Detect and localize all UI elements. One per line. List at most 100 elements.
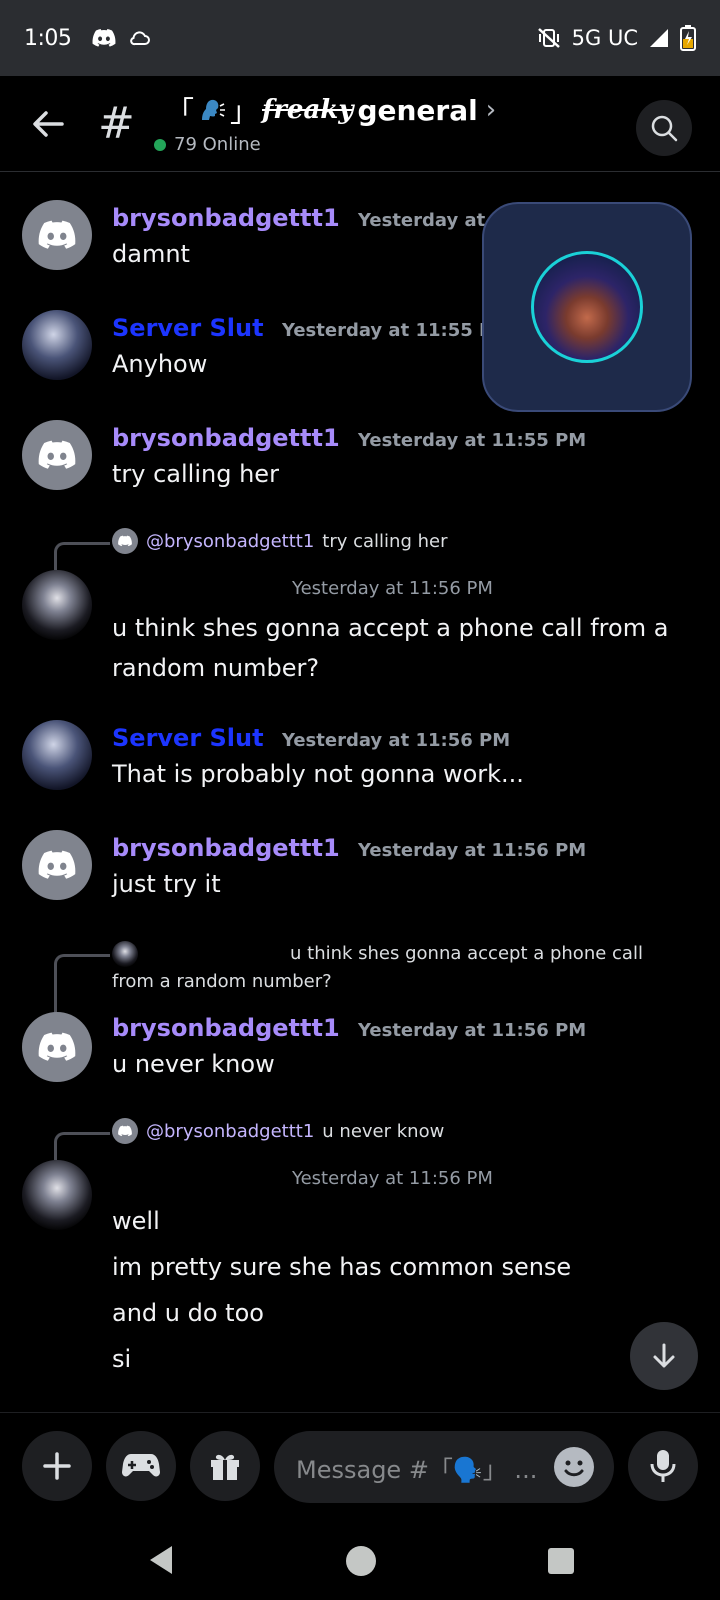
voice-call-pip[interactable] [482,202,692,412]
nav-home-icon[interactable] [346,1546,376,1576]
reply-reference[interactable]: @brysonbadgettt1 try calling her [112,528,448,554]
message-input[interactable]: Message #「🗣️」 ... [274,1431,614,1503]
reply-text: try calling her [322,530,448,552]
timestamp: Yesterday at 11:56 PM [281,730,511,751]
message-line: random number? [112,654,320,682]
reply-reference[interactable]: @brysonbadgettt1 u never know [112,1118,444,1144]
cloud-icon [130,31,151,46]
reply-text: u never know [322,1120,445,1142]
author-name[interactable]: brysonbadgettt1 [112,204,340,232]
smiley-face-icon [564,1460,584,1477]
discord-icon [38,440,76,469]
nav-recents-icon[interactable] [548,1548,574,1574]
message-line: and u do too [112,1299,264,1327]
avatar[interactable] [22,720,92,790]
microphone-icon [650,1450,676,1482]
message-text: That is probably not gonna work... [112,760,524,788]
author-line: Server Slut Yesterday at 11:56 PM [112,724,510,752]
gift-button[interactable] [190,1431,260,1501]
author-line: brysonbadgettt1 Yesterday at 11:55 PM [112,424,586,452]
avatar[interactable] [22,1012,92,1082]
chevron-right-icon: › [485,95,497,125]
message-line: u think shes gonna accept a phone call f… [112,614,669,642]
battery-charging-icon [680,25,696,51]
channel-prefix: 「 [166,95,195,128]
avatar[interactable] [22,570,92,640]
timestamp: Yesterday at 11:56 PM [292,578,493,599]
reply-avatar [112,941,138,967]
message-text: u never know [112,1050,275,1078]
channel-suffix: 」 [230,95,259,128]
avatar[interactable] [22,830,92,900]
timestamp: Yesterday at 11:55 PM [281,320,511,341]
signal-icon [650,29,668,47]
voice-message-button[interactable] [628,1431,698,1501]
author-line: brysonbadgettt1 Yesterday at 11:56 PM [112,1014,586,1042]
reply-connector [54,1132,110,1160]
speaking-head-icon [202,99,226,120]
discord-icon [38,850,76,879]
author-name[interactable]: brysonbadgettt1 [112,834,340,862]
search-button[interactable] [636,100,692,156]
channel-name: general [357,93,478,127]
timestamp: Yesterday at 11:56 PM [358,1020,587,1041]
message-text: well im pretty sure she has common sense… [112,1198,571,1382]
timestamp: Yesterday at 11:56 PM [292,1168,493,1189]
author-name[interactable]: Server Slut [112,724,264,752]
message-text: u think shes gonna accept a phone call f… [112,608,668,688]
back-arrow-icon[interactable] [26,102,70,146]
author-line: brysonbadgettt1 Yesterday at 11:56 PM [112,834,586,862]
reply-mention[interactable]: @brysonbadgettt1 [146,531,314,552]
message-text: damnt [112,240,190,268]
author-name[interactable]: brysonbadgettt1 [112,1014,340,1042]
game-controller-icon [122,1454,160,1477]
discord-icon [38,1032,76,1061]
message-text: just try it [112,870,221,898]
discord-icon [118,1125,132,1137]
avatar[interactable] [22,310,92,380]
message-text: try calling her [112,460,279,488]
channel-title[interactable]: 「 」 freaky general › [166,90,496,130]
network-label: 5G UC [571,26,638,50]
message-composer: Message #「🗣️」 ... [0,1412,720,1520]
online-dot-icon [154,138,166,151]
reply-connector [54,954,110,1014]
avatar[interactable] [22,420,92,490]
author-line: Server Slut Yesterday at 11:55 PM [112,314,510,342]
status-time: 1:05 [24,25,72,51]
reply-text: from a random number? [112,971,332,992]
message-input-placeholder: Message #「🗣️」 ... [296,1455,538,1484]
plus-icon [43,1452,71,1480]
timestamp: Yesterday at 11:55 PM [358,430,587,451]
jump-to-bottom-button[interactable] [630,1322,698,1390]
avatar[interactable] [22,1160,92,1230]
reply-text: u think shes gonna accept a phone call [290,943,643,964]
discord-icon [118,535,132,547]
reply-mention[interactable]: @brysonbadgettt1 [146,1121,314,1142]
discord-icon [38,220,76,249]
message-line: si [112,1345,132,1373]
pip-user-avatar [531,251,643,363]
author-name[interactable]: brysonbadgettt1 [112,424,340,452]
discord-icon [92,29,116,47]
reply-connector [54,542,110,570]
online-count: 79 Online [154,134,261,155]
add-attachment-button[interactable] [22,1431,92,1501]
activities-button[interactable] [106,1431,176,1501]
avatar[interactable] [22,200,92,270]
channel-header: # 「 」 freaky general › 79 Online [0,76,720,172]
message-line: well [112,1207,160,1235]
nav-back-icon[interactable] [148,1544,174,1576]
channel-freaky-text: freaky [262,95,354,125]
channel-hash-icon: # [98,98,135,149]
reply-reference[interactable]: u think shes gonna accept a phone call f… [112,940,672,996]
status-bar: 1:05 5G UC [0,0,720,76]
mute-vibrate-icon [537,28,560,48]
reply-avatar [112,528,138,554]
message-text: Anyhow [112,350,208,378]
gift-icon [211,1454,239,1480]
search-icon [651,115,678,142]
system-navigation-bar [0,1520,720,1600]
author-name[interactable]: Server Slut [112,314,264,342]
emoji-picker-icon[interactable] [554,1447,594,1487]
